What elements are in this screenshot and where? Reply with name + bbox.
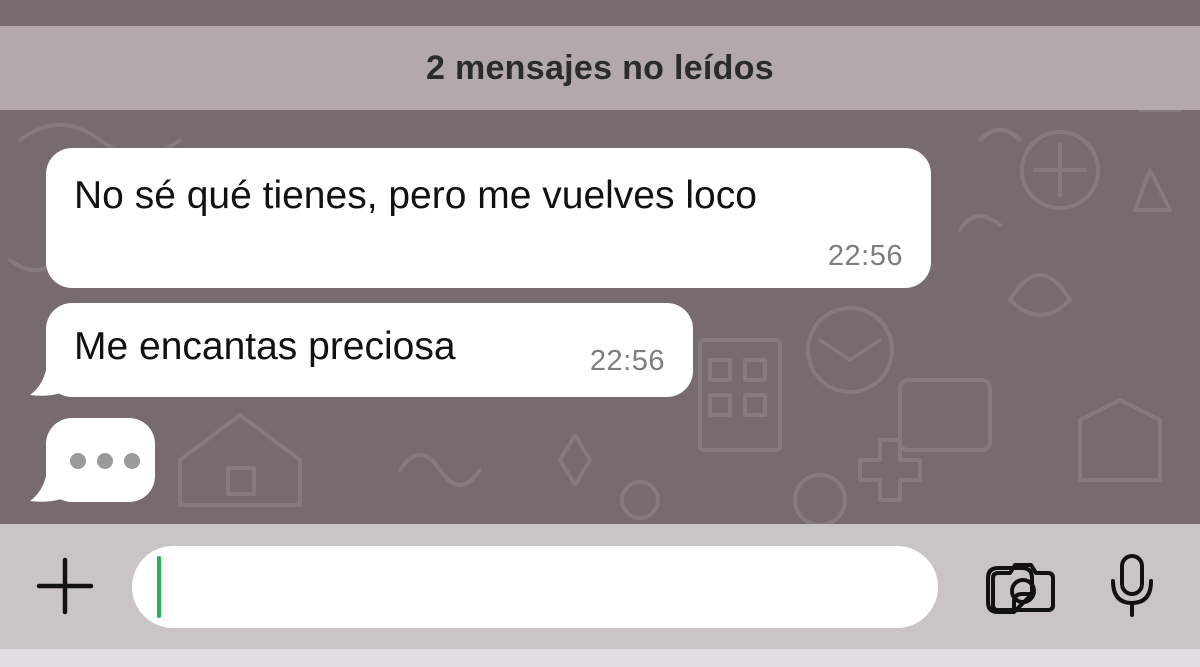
message-timestamp: 22:56 [589,345,665,377]
camera-icon [991,563,1055,612]
typing-dot [70,453,86,469]
message-text: Me encantas preciosa [74,325,456,368]
message-text: No sé qué tienes, pero me vuelves loco [74,174,757,217]
plus-icon [36,557,94,615]
microphone-icon [1111,554,1153,617]
typing-indicator-bubble [46,418,155,502]
incoming-message-bubble[interactable]: Me encantas preciosa 22:56 [46,303,693,397]
camera-button[interactable] [985,556,1061,618]
message-input[interactable] [132,546,1034,628]
top-strip [0,0,1200,26]
unread-banner: 2 mensajes no leídos [0,26,1200,110]
bottom-strip [0,649,1200,667]
unread-label: 2 mensajes no leídos [425,48,775,87]
message-timestamp: 22:56 [827,240,903,272]
add-attachment-button[interactable] [30,551,100,621]
incoming-message-bubble[interactable]: No sé qué tienes, pero me vuelves loco 2… [46,148,931,288]
typing-dots [70,453,140,469]
text-caret [157,556,161,618]
typing-dot [97,453,113,469]
typing-dot [124,453,140,469]
microphone-button[interactable] [1104,550,1160,622]
